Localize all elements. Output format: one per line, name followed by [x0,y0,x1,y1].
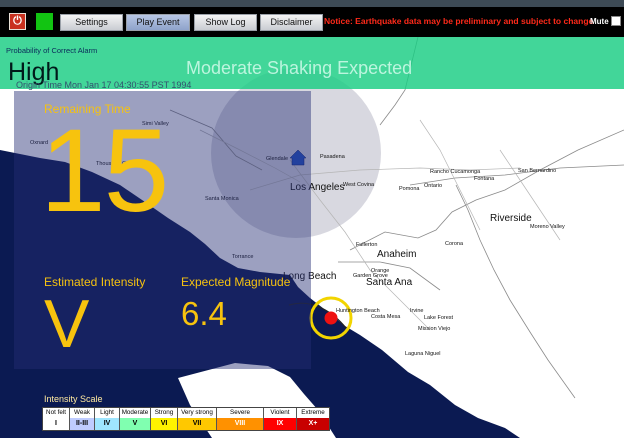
intensity-cell-label: Light [95,408,119,418]
expected-magnitude-label: Expected Magnitude [181,275,291,289]
status-indicator [36,13,53,30]
city-label: Fullerton [356,242,377,248]
disclaimer-button[interactable]: Disclaimer [260,14,323,31]
city-label: Riverside [490,213,532,224]
remaining-time-countdown: 15 [40,105,169,237]
origin-time: Origin Time Mon Jan 17 04:30:55 PST 1994 [16,80,192,90]
window-title-bar [0,0,624,7]
mute-checkbox[interactable] [611,16,621,26]
expected-magnitude-value: 6.4 [181,295,227,332]
city-label: Laguna Niguel [405,351,440,357]
intensity-cell-roman: II-III [70,418,94,430]
city-label: Pasadena [320,154,346,160]
city-label: Garden Grove [353,273,388,279]
intensity-cell-label: Strong [151,408,177,418]
intensity-scale-cell: Weak II-III [70,408,95,430]
play-event-button[interactable]: Play Event [126,14,190,31]
show-log-button[interactable]: Show Log [194,14,257,31]
city-label: Irvine [410,308,423,314]
city-label: West Covina [343,182,375,188]
city-label: Mission Viejo [418,326,450,332]
power-button[interactable]: ⏻ [9,13,26,30]
intensity-cell-roman: I [43,418,69,430]
intensity-cell-label: Moderate [120,408,150,418]
city-label: San Bernardino [518,168,556,174]
intensity-cell-label: Violent [264,408,296,418]
intensity-cell-roman: VIII [217,418,263,430]
estimated-intensity-value: V [44,286,90,362]
probability-label: Probability of Correct Alarm [6,46,98,55]
intensity-cell-roman: X+ [297,418,329,430]
intensity-cell-roman: IX [264,418,296,430]
intensity-cell-roman: V [120,418,150,430]
intensity-cell-roman: IV [95,418,119,430]
intensity-scale-cell: Strong VI [151,408,178,430]
intensity-cell-label: Very strong [178,408,216,418]
intensity-cell-roman: VI [151,418,177,430]
data-notice: Notice: Earthquake data may be prelimina… [324,16,594,26]
mute-label: Mute [590,17,609,26]
city-label: Pomona [399,186,420,192]
intensity-cell-roman: VII [178,418,216,430]
city-label: Rancho Cucamonga [430,169,481,175]
city-label: Costa Mesa [371,314,401,320]
intensity-cell-label: Extreme [297,408,329,418]
power-icon: ⏻ [13,15,22,27]
intensity-scale-cell: Very strong VII [178,408,217,430]
city-label: Moreno Valley [530,224,565,230]
intensity-scale-cell: Moderate V [120,408,151,430]
toolbar: ⏻ Settings Play Event Show Log Disclaime… [0,7,624,37]
city-label: Lake Forest [424,315,454,321]
intensity-cell-label: Not felt [43,408,69,418]
intensity-scale-cell: Not felt I [43,408,70,430]
city-label: Corona [445,241,464,247]
intensity-scale-cell: Light IV [95,408,120,430]
intensity-scale: Not felt I Weak II-III Light IV Moderate V S… [42,407,330,431]
intensity-scale-cell: Violent IX [264,408,297,430]
intensity-scale-cell: Extreme X+ [297,408,329,430]
intensity-cell-label: Weak [70,408,94,418]
settings-button[interactable]: Settings [60,14,123,31]
intensity-cell-label: Severe [217,408,263,418]
intensity-scale-title: Intensity Scale [44,394,103,404]
intensity-scale-cell: Severe VIII [217,408,264,430]
city-label: Fontana [474,176,495,182]
city-label: Anaheim [377,249,416,260]
city-label: Ontario [424,183,442,189]
shaking-message: Moderate Shaking Expected [186,58,413,78]
